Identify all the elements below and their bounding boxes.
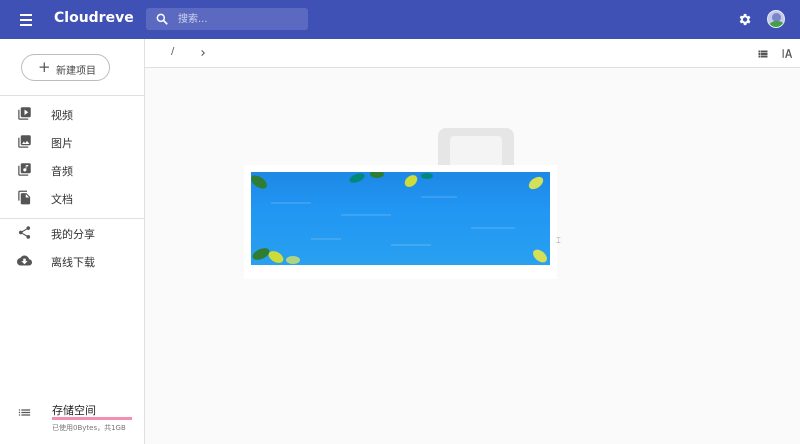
video-library-icon xyxy=(18,107,31,120)
file-toolbar: / xyxy=(145,39,800,68)
sidebar-item-label: 音频 xyxy=(51,165,73,178)
sidebar-item-my-shares[interactable]: 我的分享 xyxy=(0,219,145,247)
sidebar-item-label: 视频 xyxy=(51,109,73,122)
new-item-label: 新建项目 xyxy=(56,66,96,77)
share-icon xyxy=(18,226,31,239)
list-view-icon[interactable] xyxy=(757,48,769,60)
app-title: Cloudreve xyxy=(54,10,134,26)
user-avatar[interactable] xyxy=(767,10,785,28)
settings-gear-icon[interactable] xyxy=(737,12,752,27)
sidebar-item-label: 离线下载 xyxy=(51,256,95,269)
storage-title: 存储空间 xyxy=(52,404,96,417)
sidebar-item-offline-download[interactable]: 离线下载 xyxy=(0,247,145,275)
app-bar: Cloudreve xyxy=(0,0,800,39)
file-copy-icon xyxy=(18,190,31,205)
sidebar: + 新建项目 视频 图片 音频 文档 我的分享 离线下载 存储空间 已使用0By… xyxy=(0,39,145,444)
storage-usage-text: 已使用0Bytes，共1GB xyxy=(52,424,126,432)
storage-panel[interactable]: 存储空间 已使用0Bytes，共1GB xyxy=(0,394,145,444)
sidebar-item-audio[interactable]: 音频 xyxy=(0,156,145,184)
search-input[interactable] xyxy=(178,11,298,27)
new-item-button[interactable]: + 新建项目 xyxy=(21,54,110,81)
sidebar-item-label: 图片 xyxy=(51,137,73,150)
search-icon xyxy=(156,13,168,25)
storage-list-icon xyxy=(18,409,31,416)
plus-icon: + xyxy=(38,58,51,76)
sidebar-item-documents[interactable]: 文档 xyxy=(0,184,145,212)
storage-progress-bar xyxy=(52,417,132,420)
cloud-download-icon xyxy=(17,255,32,266)
menu-icon[interactable] xyxy=(14,11,38,29)
sidebar-item-label: 文档 xyxy=(51,193,73,206)
chevron-right-icon[interactable] xyxy=(197,46,209,60)
search-box[interactable] xyxy=(146,8,308,30)
divider xyxy=(0,95,145,96)
library-music-icon xyxy=(18,163,31,176)
sidebar-item-images[interactable]: 图片 xyxy=(0,128,145,156)
ad-banner-image[interactable] xyxy=(251,172,550,265)
breadcrumb-root[interactable]: / xyxy=(171,46,174,57)
ad-close-mark[interactable]: ⌶ xyxy=(556,236,561,246)
sort-by-alpha-icon[interactable] xyxy=(781,47,794,60)
sidebar-item-video[interactable]: 视频 xyxy=(0,100,145,128)
sidebar-item-label: 我的分享 xyxy=(51,228,95,241)
photo-library-icon xyxy=(18,135,31,148)
